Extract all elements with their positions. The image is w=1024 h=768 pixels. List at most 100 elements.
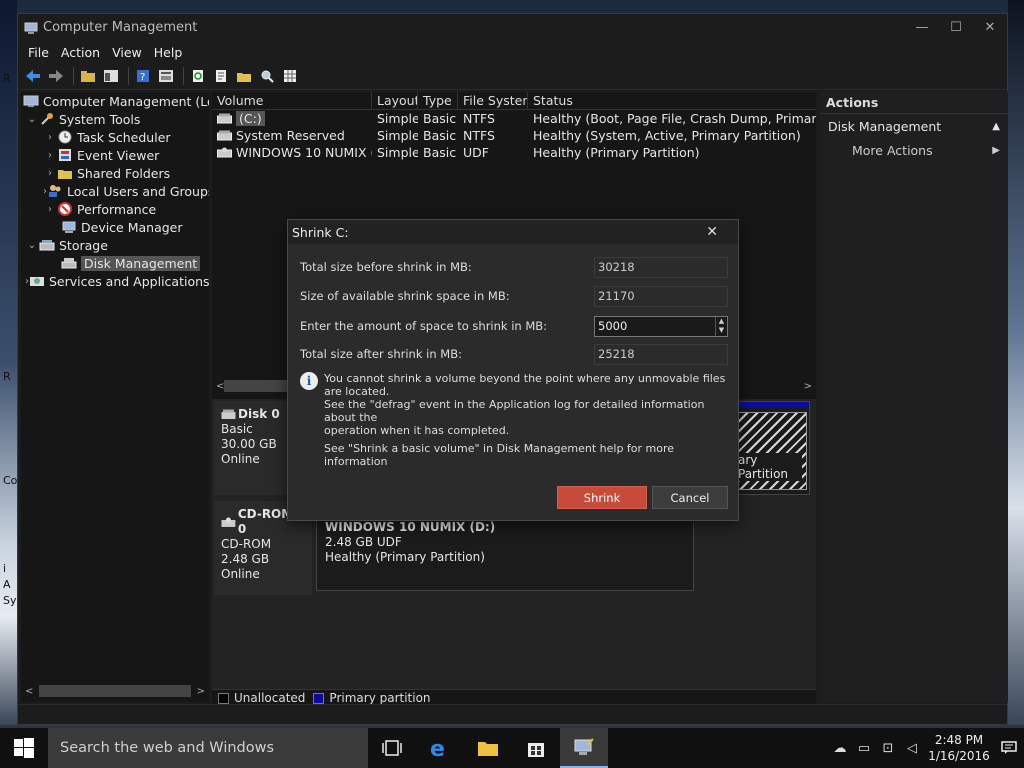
battery-icon[interactable]: ▭ bbox=[852, 741, 876, 756]
minimize-button[interactable]: — bbox=[905, 20, 939, 35]
tree-item-storage[interactable]: ⌄ Storage bbox=[21, 236, 209, 254]
chevron-right-icon[interactable]: › bbox=[43, 168, 57, 179]
search-disk-icon[interactable] bbox=[257, 67, 277, 85]
desktop-icon-label[interactable]: Co bbox=[3, 474, 17, 487]
column-header-volume[interactable]: Volume bbox=[212, 91, 372, 110]
onedrive-icon[interactable]: ☁ bbox=[828, 741, 852, 756]
file-explorer-icon[interactable] bbox=[464, 728, 512, 768]
network-icon[interactable]: ⊡ bbox=[876, 741, 900, 756]
available-space-value: 21170 bbox=[594, 285, 728, 307]
tree-item-local-users[interactable]: › Local Users and Groups bbox=[21, 182, 209, 200]
menu-view[interactable]: View bbox=[106, 45, 148, 60]
back-arrow-icon[interactable] bbox=[23, 67, 43, 85]
spin-up-icon[interactable]: ▲ bbox=[716, 317, 727, 327]
taskbar-search-box[interactable]: Search the web and Windows bbox=[48, 728, 368, 768]
computer-management-taskbar-icon[interactable] bbox=[560, 728, 608, 768]
tree-item-device-manager[interactable]: Device Manager bbox=[21, 218, 209, 236]
dialog-title-bar[interactable]: Shrink C: ✕ bbox=[288, 220, 738, 244]
column-header-status[interactable]: Status bbox=[528, 92, 816, 110]
size-after-row: Total size after shrink in MB: 25218 bbox=[300, 343, 728, 365]
desktop-icon-label[interactable]: R bbox=[3, 370, 11, 383]
volume-file-system: UDF bbox=[463, 145, 489, 160]
event-viewer-icon bbox=[59, 149, 71, 161]
chevron-down-icon[interactable]: ⌄ bbox=[25, 114, 39, 125]
tree-item-system-tools[interactable]: ⌄ System Tools bbox=[21, 110, 209, 128]
table-row[interactable]: (C:) Simple Basic NTFS Healthy (Boot, Pa… bbox=[212, 110, 816, 127]
properties-icon[interactable] bbox=[156, 67, 176, 85]
menu-help[interactable]: Help bbox=[148, 45, 189, 60]
scroll-right-icon[interactable]: > bbox=[804, 381, 812, 392]
system-tray: ☁ ▭ ⊡ ◁ 2:48 PM 1/16/2016 bbox=[828, 728, 1024, 768]
table-row[interactable]: System Reserved Simple Basic NTFS Health… bbox=[212, 127, 816, 144]
title-bar[interactable]: Computer Management — ☐ ✕ bbox=[18, 14, 1007, 41]
maximize-button[interactable]: ☐ bbox=[939, 20, 973, 35]
refresh-icon[interactable] bbox=[188, 67, 208, 85]
chevron-down-icon[interactable]: ⌄ bbox=[25, 240, 39, 251]
scroll-left-icon[interactable]: < bbox=[25, 686, 33, 697]
partition-status: Healthy (Primary Partition) bbox=[325, 550, 485, 564]
tree-item-event-viewer[interactable]: › Event Viewer bbox=[21, 146, 209, 164]
tree-item-task-scheduler[interactable]: › Task Scheduler bbox=[21, 128, 209, 146]
desktop-icon-label[interactable]: A bbox=[3, 578, 11, 591]
taskbar-clock[interactable]: 2:48 PM 1/16/2016 bbox=[924, 732, 994, 764]
svg-text:?: ? bbox=[140, 72, 145, 83]
scroll-right-icon[interactable]: > bbox=[197, 686, 205, 697]
dialog-close-icon[interactable]: ✕ bbox=[706, 224, 718, 240]
close-button[interactable]: ✕ bbox=[973, 20, 1007, 35]
open-folder-icon[interactable] bbox=[234, 67, 254, 85]
actions-section-disk-management[interactable]: Disk Management ▲ bbox=[820, 114, 1008, 138]
help-icon[interactable]: ? bbox=[133, 67, 153, 85]
store-icon[interactable] bbox=[512, 728, 560, 768]
menu-action[interactable]: Action bbox=[55, 45, 106, 60]
more-actions-item[interactable]: More Actions ▶ bbox=[820, 138, 1008, 162]
up-folder-icon[interactable] bbox=[78, 67, 98, 85]
shrink-button[interactable]: Shrink bbox=[557, 486, 647, 509]
shrink-amount-stepper[interactable]: ▲ ▼ bbox=[594, 315, 728, 337]
volume-type: Basic bbox=[423, 128, 457, 143]
start-button[interactable] bbox=[0, 728, 48, 768]
tree-item-disk-management[interactable]: Disk Management bbox=[21, 254, 209, 272]
desktop-icon-label[interactable]: R bbox=[3, 72, 11, 85]
chevron-right-icon: ▶ bbox=[992, 144, 1000, 156]
collapse-up-icon[interactable]: ▲ bbox=[992, 121, 1000, 132]
toolbar: ? bbox=[18, 63, 1007, 90]
chevron-right-icon[interactable]: › bbox=[43, 204, 57, 215]
menu-file[interactable]: File bbox=[22, 45, 55, 60]
shared-folder-icon bbox=[58, 170, 72, 179]
column-header-layout[interactable]: Layout bbox=[372, 91, 418, 110]
chevron-right-icon[interactable]: › bbox=[43, 132, 57, 143]
table-row[interactable]: WINDOWS 10 NUMIX (D:) Simple Basic UDF H… bbox=[212, 144, 816, 161]
selected-partition-c[interactable]: ary Partition bbox=[735, 412, 807, 490]
column-header-file-system[interactable]: File System bbox=[458, 91, 528, 110]
tree-horizontal-scrollbar[interactable]: < > bbox=[21, 682, 209, 700]
svg-text:e: e bbox=[430, 737, 445, 759]
desktop-icon-label[interactable]: Sy bbox=[3, 594, 17, 607]
volume-name: WINDOWS 10 NUMIX (D:) bbox=[236, 145, 372, 160]
toolbar-separator bbox=[128, 67, 129, 85]
show-hide-console-tree-icon[interactable] bbox=[101, 67, 121, 85]
edge-browser-icon[interactable]: e bbox=[416, 728, 464, 768]
size-after-label: Total size after shrink in MB: bbox=[300, 347, 462, 361]
clock-icon bbox=[58, 130, 72, 144]
task-view-icon[interactable] bbox=[368, 728, 416, 768]
tree-item-performance[interactable]: › Performance bbox=[21, 200, 209, 218]
tree-item-services-applications[interactable]: › Services and Applications bbox=[21, 272, 209, 290]
volume-status: Healthy (Primary Partition) bbox=[533, 145, 700, 160]
drive-icon bbox=[217, 113, 232, 124]
volume-muted-icon[interactable]: ◁ bbox=[900, 741, 924, 756]
tree-item-shared-folders[interactable]: › Shared Folders bbox=[21, 164, 209, 182]
chevron-right-icon[interactable]: › bbox=[43, 150, 57, 161]
shrink-amount-input[interactable] bbox=[595, 316, 715, 336]
desktop-icon-label[interactable]: i bbox=[3, 562, 6, 575]
forward-arrow-icon[interactable] bbox=[46, 67, 66, 85]
export-list-icon[interactable] bbox=[211, 67, 231, 85]
scrollbar-thumb[interactable] bbox=[39, 685, 191, 697]
tree-item-computer-management[interactable]: Computer Management (Local bbox=[21, 92, 209, 110]
disk-type: CD-ROM bbox=[221, 537, 272, 551]
cdrom-drive-icon bbox=[217, 147, 232, 158]
settings-grid-icon[interactable] bbox=[280, 67, 300, 85]
action-center-icon[interactable] bbox=[994, 741, 1024, 755]
spin-down-icon[interactable]: ▼ bbox=[716, 326, 727, 336]
cancel-button[interactable]: Cancel bbox=[652, 486, 728, 509]
column-header-type[interactable]: Type bbox=[418, 91, 458, 110]
